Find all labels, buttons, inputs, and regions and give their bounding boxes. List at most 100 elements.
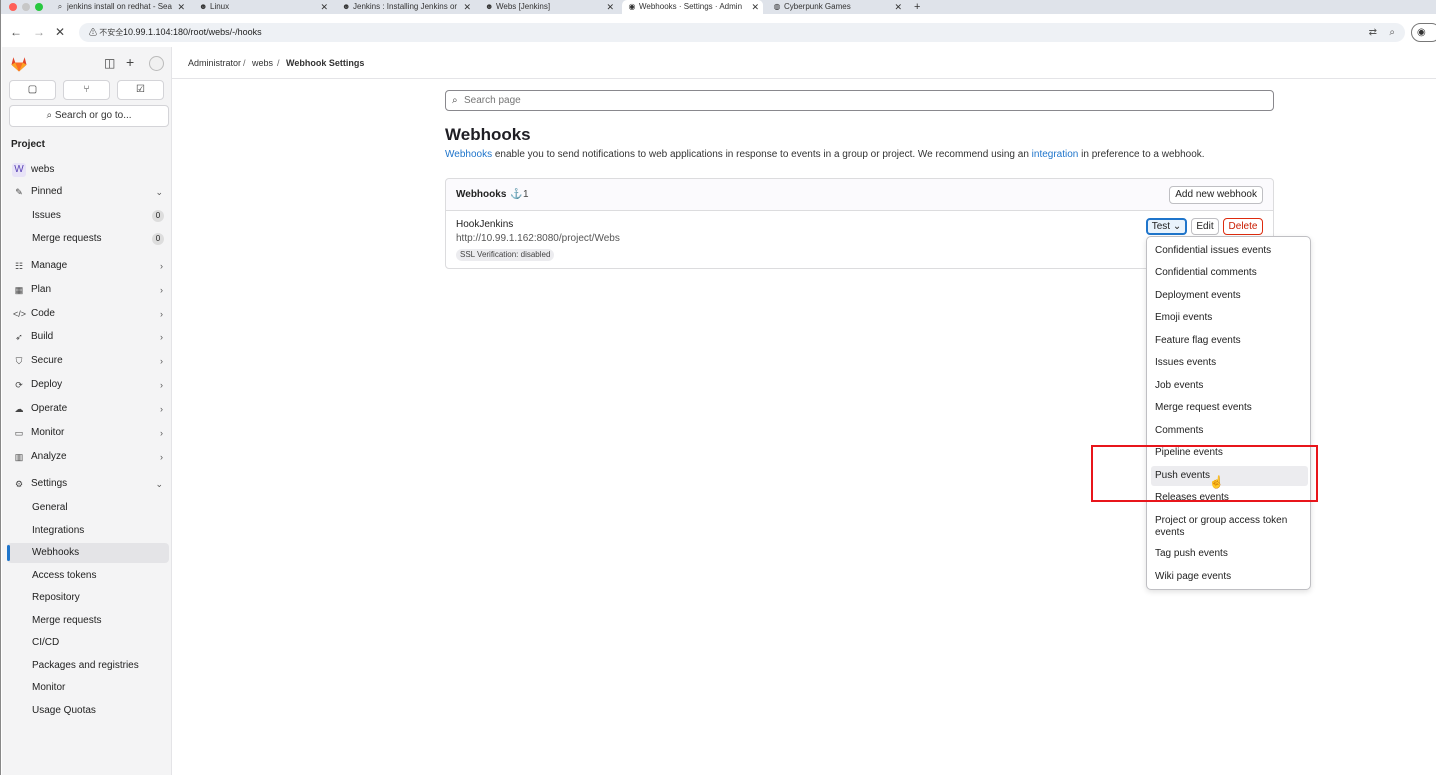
- search-input[interactable]: [464, 93, 1254, 108]
- sidebar-item-label: Repository: [32, 592, 80, 603]
- menu-item[interactable]: Issues events: [1151, 357, 1308, 369]
- assigned-issues-button[interactable]: ▢: [9, 80, 56, 100]
- sidebar-item-access-tokens[interactable]: Access tokens: [7, 566, 169, 586]
- menu-item[interactable]: Project or group access token events: [1151, 515, 1303, 539]
- stop-loading-icon[interactable]: ✕: [55, 23, 65, 41]
- edit-button[interactable]: Edit: [1191, 218, 1219, 235]
- forward-icon[interactable]: →: [33, 23, 45, 41]
- menu-item[interactable]: Releases events: [1151, 492, 1308, 504]
- menu-item[interactable]: Job events: [1151, 380, 1308, 392]
- sidebar-item-plan[interactable]: ▦ Plan ›: [7, 280, 169, 300]
- sidebar-item-monitor[interactable]: ▭ Monitor ›: [7, 423, 169, 443]
- browser-tab[interactable]: ◍ Cyberpunk Games ✕: [767, 0, 906, 14]
- translate-icon[interactable]: ⇄: [1369, 23, 1377, 42]
- close-tab-icon[interactable]: ✕: [894, 0, 902, 14]
- close-tab-icon[interactable]: ✕: [320, 0, 328, 14]
- browser-tab[interactable]: ☻ Linux ✕: [193, 0, 332, 14]
- menu-item[interactable]: Pipeline events: [1151, 447, 1308, 459]
- menu-item[interactable]: Comments: [1151, 425, 1308, 437]
- browser-tab[interactable]: ☻ Webs [Jenkins] ✕: [479, 0, 618, 14]
- url-text[interactable]: 10.99.1.104:180/root/webs/-/hooks: [123, 23, 262, 42]
- sidebar-item-general[interactable]: General: [7, 498, 169, 518]
- create-new-icon[interactable]: +: [126, 55, 134, 69]
- sidebar-item-deploy[interactable]: ⟳ Deploy ›: [7, 375, 169, 395]
- sidebar-item-repository[interactable]: Repository: [7, 588, 169, 608]
- delete-button[interactable]: Delete: [1223, 218, 1263, 235]
- webhook-url: http://10.99.1.162:8080/project/Webs: [456, 233, 620, 244]
- merge-requests-button[interactable]: ⑂: [63, 80, 110, 100]
- menu-item-hovered[interactable]: Push events: [1151, 466, 1308, 486]
- browser-tab-active[interactable]: ◉ Webhooks · Settings · Admin ✕: [622, 0, 763, 14]
- sidebar-item-packages-registries[interactable]: Packages and registries: [7, 656, 169, 676]
- sidebar-item-integrations[interactable]: Integrations: [7, 521, 169, 541]
- sidebar-item-webhooks[interactable]: Webhooks: [7, 543, 169, 563]
- add-new-webhook-button[interactable]: Add new webhook: [1169, 186, 1263, 204]
- chevron-right-icon: ›: [160, 261, 163, 271]
- sidebar-item-build[interactable]: ➶ Build ›: [7, 327, 169, 347]
- profile-button[interactable]: ◉: [1411, 23, 1436, 42]
- search-or-go-to-button[interactable]: ⌕ Search or go to...: [9, 105, 169, 127]
- menu-item[interactable]: Merge request events: [1151, 402, 1308, 414]
- close-tab-icon[interactable]: ✕: [606, 0, 614, 14]
- sidebar-item-manage[interactable]: ☷ Manage ›: [7, 256, 169, 276]
- integration-link[interactable]: integration: [1032, 149, 1079, 160]
- maximize-window-button[interactable]: [35, 3, 43, 11]
- sidebar-item-label: Secure: [31, 355, 63, 366]
- page-description: Webhooks enable you to send notification…: [445, 149, 1205, 160]
- anchor-icon: ⚓: [510, 189, 523, 200]
- todo-button[interactable]: ☑: [117, 80, 164, 100]
- menu-item[interactable]: Emoji events: [1151, 312, 1308, 324]
- breadcrumb-current[interactable]: Webhook Settings: [286, 47, 364, 79]
- menu-item[interactable]: Confidential comments: [1151, 267, 1308, 279]
- webhook-count: 1: [523, 189, 529, 200]
- sidebar-item-merge-requests-settings[interactable]: Merge requests: [7, 611, 169, 631]
- sidebar-item-monitor-settings[interactable]: Monitor: [7, 678, 169, 698]
- hand-cursor-icon: ☝: [1209, 475, 1224, 489]
- avatar[interactable]: [149, 56, 164, 71]
- zoom-icon[interactable]: ⌕: [1389, 23, 1395, 42]
- webhooks-docs-link[interactable]: Webhooks: [445, 149, 492, 160]
- address-bar[interactable]: ⚠ 不安全 10.99.1.104:180/root/webs/-/hooks …: [79, 23, 1405, 42]
- sidebar-item-operate[interactable]: ☁ Operate ›: [7, 399, 169, 419]
- sidebar-item-ci-cd[interactable]: CI/CD: [7, 633, 169, 653]
- insecure-badge[interactable]: ⚠ 不安全: [89, 23, 123, 42]
- menu-item[interactable]: Tag push events: [1151, 548, 1308, 560]
- sidebar-item-usage-quotas[interactable]: Usage Quotas: [7, 701, 169, 721]
- new-tab-button[interactable]: +: [914, 0, 920, 14]
- sidebar-item-code[interactable]: </> Code ›: [7, 304, 169, 324]
- browser-tab[interactable]: ⌕ jenkins install on redhat - Sea ✕: [50, 0, 189, 14]
- search-icon: ⌕: [46, 110, 53, 121]
- search-page-field[interactable]: ⌕: [445, 90, 1274, 111]
- menu-item[interactable]: Feature flag events: [1151, 335, 1308, 347]
- gitlab-logo-icon[interactable]: [10, 55, 28, 73]
- sidebar-item-merge-requests[interactable]: Merge requests 0: [7, 229, 169, 249]
- minimize-window-button[interactable]: [22, 3, 30, 11]
- collapse-sidebar-icon[interactable]: ◫: [104, 56, 115, 70]
- sidebar-item-pinned[interactable]: ✎ Pinned ⌄: [7, 182, 169, 202]
- close-tab-icon[interactable]: ✕: [463, 0, 471, 14]
- sidebar-item-label: Merge requests: [32, 615, 102, 626]
- sidebar-item-label: Issues: [32, 210, 61, 221]
- sidebar-item-analyze[interactable]: ▥ Analyze ›: [7, 447, 169, 467]
- close-window-button[interactable]: [9, 3, 17, 11]
- sidebar-item-issues[interactable]: Issues 0: [7, 206, 169, 226]
- menu-item[interactable]: Confidential issues events: [1151, 245, 1308, 257]
- browser-tab[interactable]: ☻ Jenkins : Installing Jenkins or ✕: [336, 0, 475, 14]
- close-tab-icon[interactable]: ✕: [751, 0, 759, 14]
- tab-title: Jenkins : Installing Jenkins or: [353, 2, 458, 11]
- back-icon[interactable]: ←: [10, 23, 22, 41]
- breadcrumb-item[interactable]: webs: [252, 47, 273, 79]
- menu-item[interactable]: Wiki page events: [1151, 571, 1308, 583]
- close-tab-icon[interactable]: ✕: [177, 0, 185, 14]
- chevron-right-icon: ›: [160, 356, 163, 366]
- test-dropdown-button[interactable]: Test ⌄: [1146, 218, 1187, 235]
- jenkins-icon: ☻: [485, 2, 494, 11]
- search-label: Search or go to...: [54, 110, 132, 121]
- tab-title: Cyberpunk Games: [784, 2, 851, 11]
- sidebar-item-secure[interactable]: ⛉ Secure ›: [7, 351, 169, 371]
- breadcrumb-item[interactable]: Administrator: [188, 47, 241, 79]
- sidebar-item-label: Packages and registries: [32, 660, 139, 671]
- sidebar-item-settings[interactable]: ⚙ Settings ⌄: [7, 474, 169, 494]
- menu-item[interactable]: Deployment events: [1151, 290, 1308, 302]
- sidebar-item-project[interactable]: W webs: [7, 160, 169, 180]
